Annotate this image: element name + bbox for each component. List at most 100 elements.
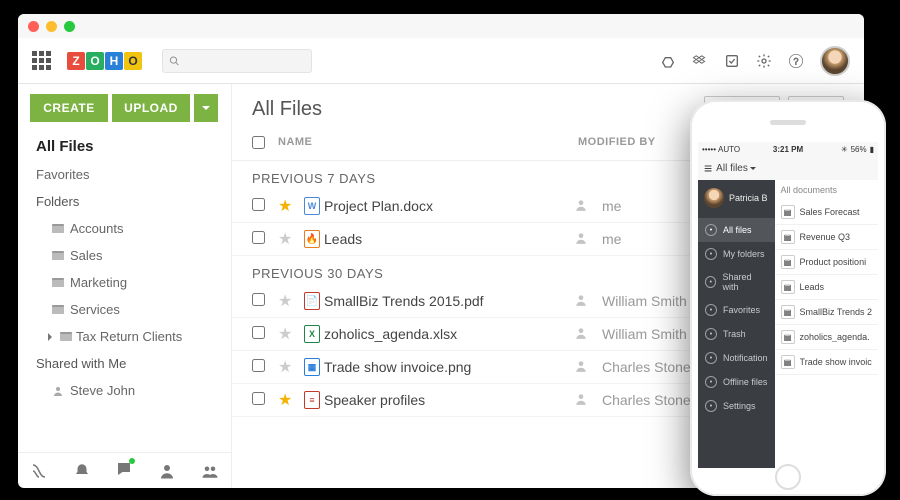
- window-close-icon[interactable]: [28, 21, 39, 32]
- file-name[interactable]: Trade show invoice.png: [324, 359, 574, 375]
- phone-drawer-item[interactable]: •Notification: [698, 346, 775, 370]
- phone-drawer-item[interactable]: •All files: [698, 218, 775, 242]
- phone-drawer-item[interactable]: •Settings: [698, 394, 775, 418]
- folder-label: Marketing: [70, 275, 127, 290]
- phone-file-name: zoholics_agenda.: [800, 332, 870, 342]
- phone-file-icon: ▤: [781, 305, 795, 319]
- chat-icon[interactable]: [115, 460, 133, 481]
- person-icon: [574, 326, 602, 343]
- phone-drawer-item[interactable]: •Offline files: [698, 370, 775, 394]
- apps-grid-icon[interactable]: [32, 51, 51, 70]
- sidebar-item-all-files[interactable]: All Files: [18, 132, 231, 161]
- row-checkbox[interactable]: [252, 198, 265, 211]
- search-input[interactable]: [184, 54, 305, 68]
- phone-file-icon: ▤: [781, 205, 795, 219]
- row-checkbox[interactable]: [252, 231, 265, 244]
- user-avatar[interactable]: [820, 46, 850, 76]
- folder-label: Services: [70, 302, 120, 317]
- gear-icon[interactable]: [756, 53, 772, 69]
- drawer-item-icon: •: [705, 376, 717, 388]
- phone-file-row[interactable]: ▤Leads: [775, 275, 878, 300]
- sidebar-shared-user[interactable]: Steve John: [18, 377, 231, 404]
- file-type-icon: [300, 230, 324, 248]
- row-checkbox[interactable]: [252, 293, 265, 306]
- drawer-item-icon: •: [705, 328, 717, 340]
- star-icon[interactable]: ★: [278, 390, 300, 410]
- star-icon[interactable]: ★: [278, 324, 300, 344]
- activity-icon[interactable]: [30, 462, 48, 480]
- phone-drawer: Patricia B •All files•My folders•Shared …: [698, 180, 775, 468]
- sidebar-folder-sales[interactable]: Sales: [18, 242, 231, 269]
- column-name[interactable]: NAME: [278, 136, 578, 152]
- sidebar-folder-accounts[interactable]: Accounts: [18, 215, 231, 242]
- tasks-icon[interactable]: [724, 53, 740, 69]
- search-box[interactable]: [162, 49, 312, 73]
- sidebar-nav: All Files Favorites Folders Accounts Sal…: [18, 132, 231, 410]
- star-icon[interactable]: ★: [278, 291, 300, 311]
- upload-dropdown-button[interactable]: [194, 94, 218, 122]
- upload-button[interactable]: UPLOAD: [112, 94, 190, 122]
- phone-file-list: All documents ▤Sales Forecast▤Revenue Q3…: [775, 180, 878, 468]
- folder-label: Tax Return Clients: [76, 329, 182, 344]
- phone-user-name: Patricia B: [729, 193, 768, 203]
- sidebar-item-favorites[interactable]: Favorites: [18, 161, 231, 188]
- folder-icon: [52, 251, 64, 261]
- logo-letter: H: [105, 52, 123, 70]
- phone-file-row[interactable]: ▤zoholics_agenda.: [775, 325, 878, 350]
- phone-scope-dropdown[interactable]: All files: [716, 163, 756, 174]
- row-checkbox[interactable]: [252, 359, 265, 372]
- logo-letter: O: [86, 52, 104, 70]
- star-icon[interactable]: ★: [278, 357, 300, 377]
- person-icon: [52, 385, 64, 397]
- phone-home-button[interactable]: [775, 464, 801, 490]
- help-icon[interactable]: ?: [788, 53, 804, 69]
- dropbox-icon[interactable]: [692, 53, 708, 69]
- file-type-icon: [300, 292, 324, 310]
- file-name[interactable]: Speaker profiles: [324, 392, 574, 408]
- star-icon[interactable]: ★: [278, 196, 300, 216]
- file-name[interactable]: zoholics_agenda.xlsx: [324, 326, 574, 342]
- recycle-icon[interactable]: [660, 53, 676, 69]
- file-type-icon: [300, 391, 324, 409]
- sidebar-folder-tax-return[interactable]: Tax Return Clients: [18, 323, 231, 350]
- phone-file-row[interactable]: ▤SmallBiz Trends 2: [775, 300, 878, 325]
- sidebar-section-folders: Folders: [18, 188, 231, 215]
- file-name[interactable]: Project Plan.docx: [324, 198, 574, 214]
- bell-icon[interactable]: [73, 462, 91, 480]
- phone-file-name: Revenue Q3: [800, 232, 851, 242]
- file-name[interactable]: Leads: [324, 231, 574, 247]
- phone-file-row[interactable]: ▤Trade show invoic: [775, 350, 878, 375]
- folder-icon: [52, 224, 64, 234]
- phone-file-row[interactable]: ▤Product positioni: [775, 250, 878, 275]
- phone-drawer-item[interactable]: •Shared with: [698, 266, 775, 298]
- window-minimize-icon[interactable]: [46, 21, 57, 32]
- file-name[interactable]: SmallBiz Trends 2015.pdf: [324, 293, 574, 309]
- select-all-checkbox[interactable]: [252, 136, 265, 149]
- group-icon[interactable]: [201, 462, 219, 480]
- sidebar-folder-services[interactable]: Services: [18, 296, 231, 323]
- phone-file-name: Sales Forecast: [800, 207, 860, 217]
- star-icon[interactable]: ★: [278, 229, 300, 249]
- person-icon[interactable]: [158, 462, 176, 480]
- row-checkbox[interactable]: [252, 326, 265, 339]
- expand-icon[interactable]: [48, 333, 56, 341]
- hamburger-icon[interactable]: ≡: [704, 160, 712, 176]
- phone-drawer-item[interactable]: •Favorites: [698, 298, 775, 322]
- row-checkbox[interactable]: [252, 392, 265, 405]
- sidebar-folder-marketing[interactable]: Marketing: [18, 269, 231, 296]
- phone-drawer-item[interactable]: •Trash: [698, 322, 775, 346]
- phone-file-name: Leads: [800, 282, 825, 292]
- shared-user-label: Steve John: [70, 383, 135, 398]
- create-button[interactable]: CREATE: [30, 94, 108, 122]
- phone-file-row[interactable]: ▤ Sales Forecast: [775, 200, 878, 225]
- phone-drawer-item[interactable]: •My folders: [698, 242, 775, 266]
- drawer-item-label: Shared with: [722, 272, 767, 292]
- folder-label: Sales: [70, 248, 103, 263]
- window-maximize-icon[interactable]: [64, 21, 75, 32]
- phone-user[interactable]: Patricia B: [698, 182, 775, 218]
- sidebar-bottom-bar: [18, 452, 231, 488]
- phone-file-row[interactable]: ▤Revenue Q3: [775, 225, 878, 250]
- person-icon: [574, 392, 602, 409]
- top-icons: ?: [660, 46, 850, 76]
- logo-letter: O: [124, 52, 142, 70]
